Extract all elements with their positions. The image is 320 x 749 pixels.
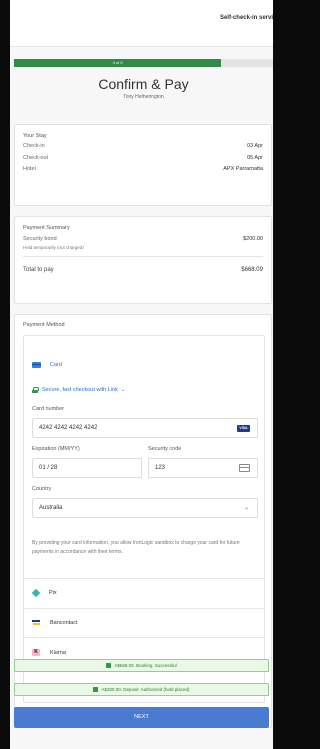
total-value: $668.09 — [241, 267, 263, 273]
security-bond-row: Security bond $200.00 — [23, 236, 263, 242]
next-button[interactable]: NEXT — [14, 707, 269, 728]
hotel-row: Hotel APX Parramatta — [23, 166, 263, 172]
page-title: Confirm & Pay — [98, 76, 189, 92]
expiry-input[interactable]: 01 / 28 — [32, 458, 142, 478]
expiry-label: Expiration (MM/YY) — [32, 446, 80, 452]
country-value: Australia — [39, 505, 63, 511]
check-out-label: Check-out — [23, 154, 49, 161]
cvc-label: Security code — [148, 446, 182, 452]
cvc-value: 123 — [155, 465, 166, 471]
your-stay-title: Your Stay — [23, 133, 47, 139]
checkbox-icon — [93, 687, 99, 692]
progress-fill: 4 of 5 — [14, 59, 222, 67]
check-out-value: 05 Apr — [247, 154, 263, 161]
link-checkout-toggle[interactable]: Secure, fast checkout with Link ⌄ — [32, 387, 125, 393]
security-bond-value: $200.00 — [243, 236, 263, 242]
pix-icon — [31, 588, 41, 598]
deposit-status-text: A$200.00. Deposit. Authorized (hold plac… — [101, 687, 190, 692]
security-bond-label: Security bond — [23, 236, 57, 242]
top-bar: Self-check-in servi — [10, 0, 273, 47]
bancontact-option[interactable]: Bancontact — [32, 619, 78, 626]
lock-icon — [32, 387, 39, 393]
card-number-label: Card number — [32, 406, 65, 412]
payment-summary-title: Payment Summary — [23, 225, 70, 231]
payment-element: Card Secure, fast checkout with Link ⌄ C… — [23, 335, 265, 703]
check-in-value: 03 Apr — [247, 143, 263, 149]
divider — [24, 608, 264, 609]
chevron-down-icon: ⌄ — [243, 505, 249, 511]
card-option-label: Card — [50, 362, 62, 368]
progress-label: 4 of 5 — [112, 60, 123, 65]
booking-status-message: A$668.09. Booking. Successful — [14, 659, 269, 672]
booking-status-text: A$668.09. Booking. Successful — [114, 663, 177, 668]
card-back-icon — [239, 464, 250, 472]
held-note: Held temporarily (not charged) — [23, 245, 84, 250]
total-row: Total to pay $668.09 — [23, 267, 263, 273]
check-out-row: Check-out 05 Apr — [23, 155, 263, 161]
summary-divider — [23, 256, 263, 257]
klarna-label: Klarna — [50, 649, 66, 656]
checkbox-icon — [106, 663, 112, 668]
bancontact-icon — [32, 619, 40, 626]
chevron-down-icon: ⌄ — [120, 387, 126, 393]
total-label: Total to pay — [23, 267, 54, 273]
hotel-label: Hotel — [23, 166, 36, 172]
pix-option[interactable]: Pix — [31, 588, 57, 598]
credit-card-icon — [32, 362, 41, 368]
klarna-icon: K — [32, 649, 40, 656]
country-label: Country — [32, 486, 52, 492]
step-progress-bar: 4 of 5 — [14, 59, 273, 67]
card-number-value: 4242 4242 4242 4242 — [39, 425, 98, 431]
card-number-input[interactable]: 4242 4242 4242 4242 VISA — [32, 418, 258, 438]
divider — [24, 578, 264, 579]
hotel-value: APX Parramatta — [223, 166, 263, 172]
klarna-option[interactable]: K Klarna — [32, 649, 66, 656]
cvc-input[interactable]: 123 — [148, 458, 258, 478]
divider — [24, 637, 264, 638]
country-select[interactable]: Australia ⌄ — [32, 498, 258, 518]
deposit-status-message: A$200.00. Deposit. Authorized (hold plac… — [14, 683, 269, 696]
expiry-value: 01 / 28 — [39, 465, 58, 471]
link-checkout-label: Secure, fast checkout with Link — [42, 387, 118, 393]
legal-text: By providing your card information, you … — [32, 540, 240, 555]
bancontact-label: Bancontact — [50, 619, 78, 626]
payment-summary-card: Payment Summary Security bond $200.00 He… — [14, 216, 272, 304]
card-payment-option[interactable]: Card — [32, 362, 62, 368]
your-stay-card: Your Stay Check-in 03 Apr Check-out 05 A… — [14, 124, 272, 206]
payment-method-title: Payment Method — [23, 322, 65, 328]
check-in-label: Check-in — [23, 143, 45, 149]
pix-label: Pix — [49, 590, 57, 596]
visa-icon: VISA — [237, 425, 250, 432]
guest-name: Tony Hetherington — [123, 94, 164, 100]
check-in-row: Check-in 03 Apr — [23, 143, 263, 149]
app-title: Self-check-in servi — [219, 15, 273, 21]
